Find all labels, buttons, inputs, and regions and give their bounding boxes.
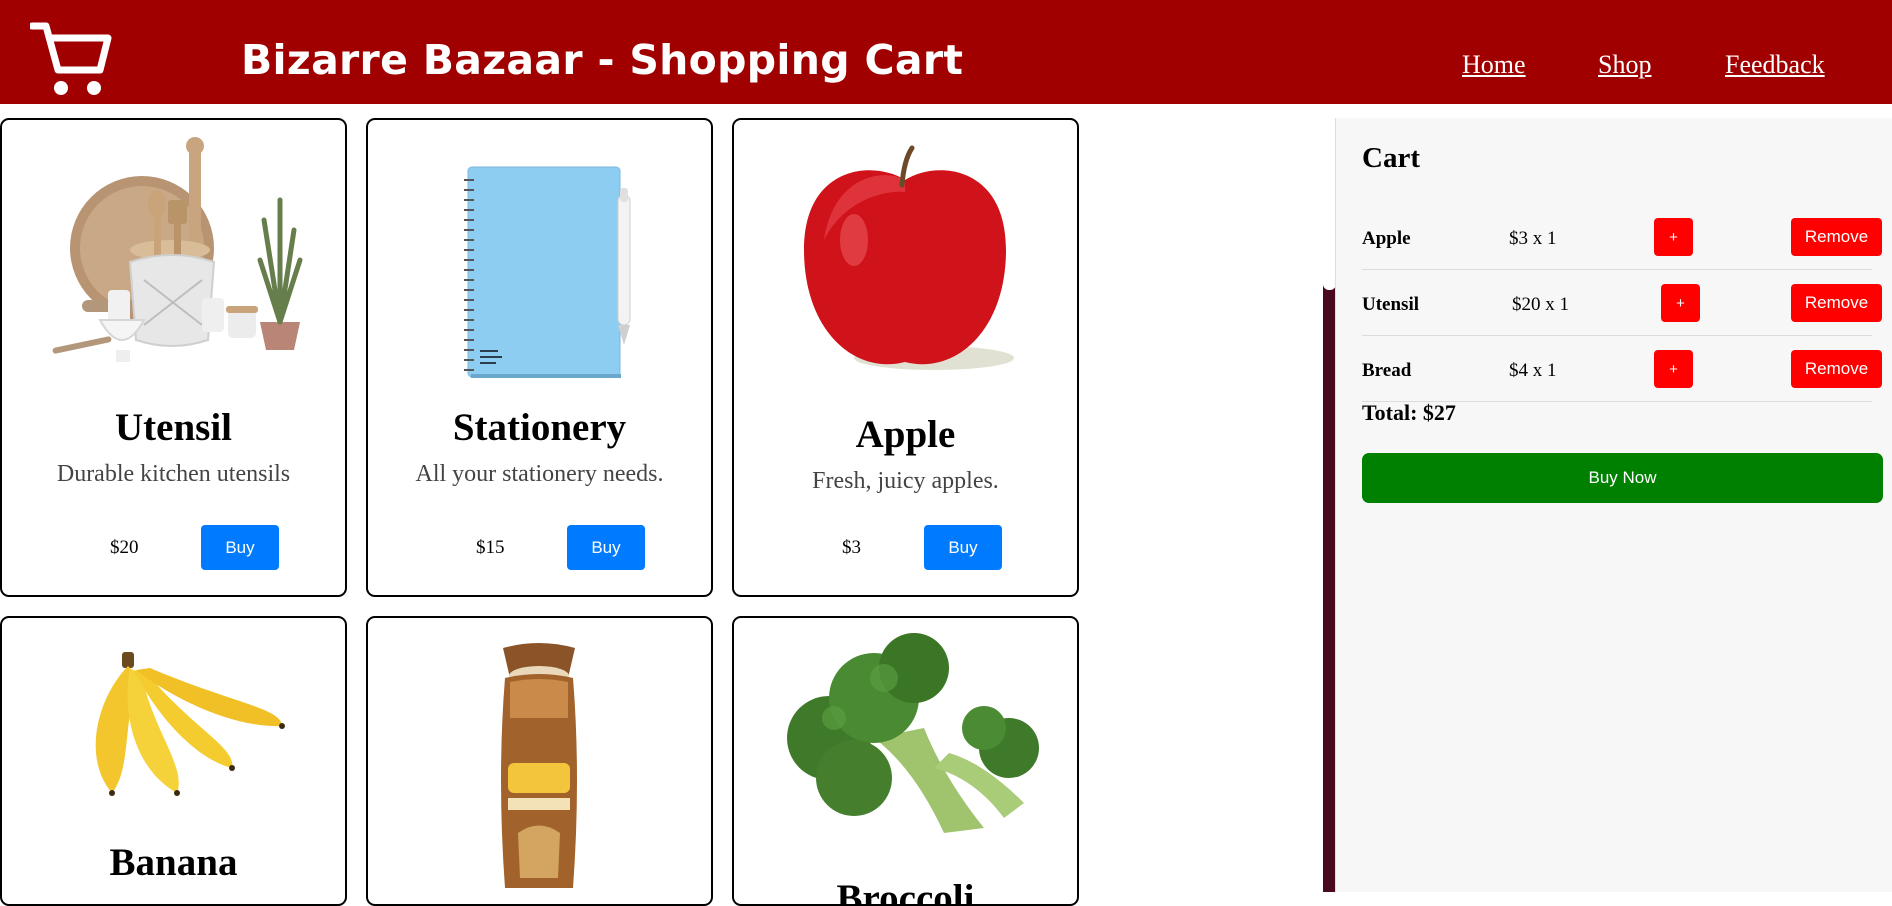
increase-qty-button[interactable]: +: [1661, 284, 1700, 322]
product-card-stationery: Stationery All your stationery needs. $1…: [366, 118, 713, 597]
product-description: Fresh, juicy apples.: [812, 468, 999, 494]
remove-button[interactable]: Remove: [1791, 350, 1882, 388]
product-price: $3: [842, 537, 861, 558]
buy-button[interactable]: Buy: [567, 525, 645, 570]
product-card-apple: Apple Fresh, juicy apples. $3 Buy: [732, 118, 1079, 597]
buy-button[interactable]: Buy: [924, 525, 1002, 570]
increase-qty-button[interactable]: +: [1654, 218, 1693, 256]
cart-panel: Cart Apple $3 x 1 + Remove Utensil $20 x…: [1335, 118, 1892, 892]
product-name: Utensil: [115, 406, 232, 449]
cart-title: Cart: [1362, 142, 1420, 174]
product-price: $20: [110, 537, 139, 558]
cart-item-name: Bread: [1362, 360, 1412, 381]
cart-item-name: Apple: [1362, 228, 1411, 249]
shopping-cart-icon: [30, 22, 112, 95]
cart-total: Total: $27: [1362, 400, 1456, 425]
nav-feedback-link[interactable]: Feedback: [1725, 50, 1825, 80]
product-card-banana: Banana: [0, 616, 347, 906]
product-description: Durable kitchen utensils: [56, 461, 291, 487]
cart-item-qty: $20 x 1: [1512, 294, 1569, 315]
buy-button[interactable]: Buy: [201, 525, 279, 570]
header-bar: Bizarre Bazaar - Shopping Cart Home Shop…: [0, 0, 1892, 104]
cart-item-qty: $3 x 1: [1509, 228, 1557, 249]
cart-item-row: Apple $3 x 1 + Remove: [1362, 204, 1882, 270]
product-card-bread: [366, 616, 713, 906]
product-name: Banana: [109, 841, 238, 884]
buy-now-button[interactable]: Buy Now: [1362, 453, 1883, 503]
cart-item-row: Utensil $20 x 1 + Remove: [1362, 270, 1882, 336]
nav-home-link[interactable]: Home: [1462, 50, 1526, 80]
banana-image: [95, 652, 285, 796]
product-description: All your stationery needs.: [415, 461, 664, 487]
site-title: Bizarre Bazaar - Shopping Cart: [241, 36, 964, 84]
product-name: Stationery: [452, 406, 627, 449]
broccoli-image: [787, 633, 1039, 833]
product-name: Broccoli: [836, 877, 975, 906]
kitchen-utensils-image: [52, 137, 303, 362]
apple-image: [804, 145, 1014, 370]
product-card-broccoli: Broccoli: [732, 616, 1079, 906]
notebook-pen-image: [464, 166, 631, 378]
product-card-utensil: Utensil Durable kitchen utensils $20 Buy: [0, 118, 347, 597]
nav-shop-link[interactable]: Shop: [1598, 50, 1651, 80]
cart-item-row: Bread $4 x 1 + Remove: [1362, 336, 1882, 402]
remove-button[interactable]: Remove: [1791, 284, 1882, 322]
product-price: $15: [476, 537, 505, 558]
cart-item-name: Utensil: [1362, 294, 1419, 315]
remove-button[interactable]: Remove: [1791, 218, 1882, 256]
product-name: Apple: [855, 413, 956, 456]
cart-item-qty: $4 x 1: [1509, 360, 1557, 381]
bread-loaf-image: [501, 643, 577, 888]
increase-qty-button[interactable]: +: [1654, 350, 1693, 388]
